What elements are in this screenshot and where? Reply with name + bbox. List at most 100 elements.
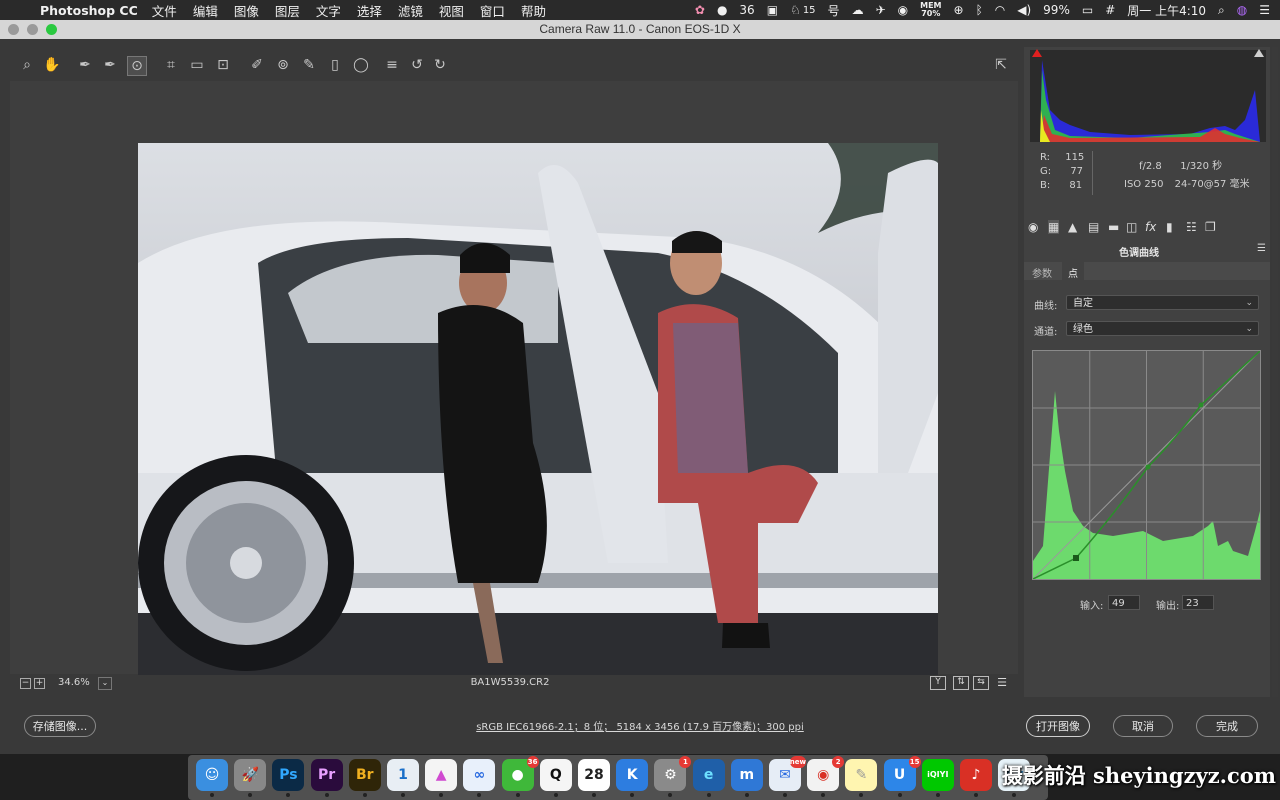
snapshots-panel-icon[interactable]: ❐ bbox=[1205, 220, 1216, 234]
curve-editor[interactable] bbox=[1032, 350, 1261, 580]
dock-u-app-icon[interactable]: U 15 bbox=[883, 756, 921, 797]
detail-panel-icon[interactable]: ▲ bbox=[1068, 220, 1077, 234]
panel-menu-icon[interactable]: ☰ bbox=[1257, 243, 1266, 254]
siri-icon[interactable]: ◍ bbox=[1237, 3, 1247, 17]
dock-premiere-icon[interactable]: Pr bbox=[310, 759, 343, 797]
menu-item-7[interactable]: 视图 bbox=[439, 1, 464, 20]
photo-preview[interactable] bbox=[138, 143, 938, 675]
presets-panel-icon[interactable]: ☷ bbox=[1186, 220, 1197, 234]
spot-removal-icon[interactable]: ✐ bbox=[248, 56, 266, 74]
battery-percent[interactable]: 99% bbox=[1043, 3, 1070, 17]
camera-calibration-panel-icon[interactable]: ▮ bbox=[1166, 220, 1173, 234]
dock-edge-icon[interactable]: e bbox=[692, 759, 725, 797]
color-sampler-icon[interactable]: ✒ bbox=[101, 56, 119, 74]
dock-prism-icon[interactable]: ▲ bbox=[425, 759, 458, 797]
zoom-button[interactable] bbox=[46, 24, 57, 35]
dock-finder-icon[interactable]: ☺ bbox=[196, 759, 228, 797]
dock-photoshop-icon[interactable]: Ps bbox=[272, 759, 305, 797]
menu-item-2[interactable]: 图像 bbox=[234, 1, 259, 20]
dock-wechat-icon[interactable]: ● 36 bbox=[501, 756, 539, 797]
tab-parametric[interactable]: 参数 bbox=[1032, 265, 1052, 280]
panel-scrollbar[interactable] bbox=[1272, 47, 1278, 697]
lens-corrections-panel-icon[interactable]: ◫ bbox=[1126, 220, 1137, 234]
dock-kuaiya-icon[interactable]: K bbox=[616, 759, 649, 797]
done-button[interactable]: 完成 bbox=[1196, 715, 1258, 737]
preview-settings-icon[interactable]: ☰ bbox=[995, 676, 1009, 689]
dock-mail-new-icon[interactable]: ✉ new bbox=[769, 756, 806, 797]
effects-panel-icon[interactable]: fx bbox=[1145, 220, 1156, 234]
shadow-clipping-icon[interactable] bbox=[1032, 49, 1042, 57]
rotate-cw-icon[interactable]: ↻ bbox=[431, 56, 449, 74]
red-eye-icon[interactable]: ⊚ bbox=[274, 56, 292, 74]
rotate-ccw-icon[interactable]: ↺ bbox=[408, 56, 426, 74]
hand-icon[interactable]: ✋ bbox=[43, 56, 61, 74]
cancel-button[interactable]: 取消 bbox=[1113, 715, 1173, 737]
minimize-button[interactable] bbox=[27, 24, 38, 35]
wifi-icon[interactable]: ◠ bbox=[995, 3, 1005, 17]
targeted-adjustment-icon[interactable]: ⊙ bbox=[127, 56, 147, 76]
bluetooth-icon[interactable]: ᛒ bbox=[976, 3, 983, 17]
dock-bridge-icon[interactable]: Br bbox=[348, 759, 381, 797]
notification-center-icon[interactable]: ☰ bbox=[1259, 3, 1270, 17]
privacy-icon[interactable]: ◉ bbox=[898, 3, 908, 17]
image-preview-area[interactable] bbox=[10, 81, 1018, 675]
open-image-button[interactable]: 打开图像 bbox=[1026, 715, 1090, 737]
app-name-menu[interactable]: Photoshop CC bbox=[40, 3, 138, 18]
menu-item-8[interactable]: 窗口 bbox=[480, 1, 505, 20]
dock-chrome-icon[interactable]: ◉ 2 bbox=[807, 756, 845, 797]
channel-select[interactable]: 绿色 ⌄ bbox=[1066, 321, 1259, 336]
input-method-icon[interactable]: # bbox=[1105, 3, 1115, 17]
dock-1password-icon[interactable]: 1 bbox=[387, 759, 419, 797]
highlight-clipping-icon[interactable] bbox=[1254, 49, 1264, 57]
split-toning-panel-icon[interactable]: ▬ bbox=[1108, 220, 1119, 234]
menu-item-4[interactable]: 文字 bbox=[316, 1, 341, 20]
transform-icon[interactable]: ⊡ bbox=[214, 56, 232, 74]
menu-item-3[interactable]: 图层 bbox=[275, 1, 300, 20]
wechat-icon[interactable]: ● bbox=[717, 3, 727, 17]
input-field[interactable]: 49 bbox=[1108, 595, 1140, 610]
crop-icon[interactable]: ⌗ bbox=[162, 56, 180, 74]
clock[interactable]: 周一 上午4:10 bbox=[1127, 2, 1206, 19]
menu-item-9[interactable]: 帮助 bbox=[521, 1, 546, 20]
menu-item-1[interactable]: 编辑 bbox=[193, 1, 218, 20]
fullscreen-toggle-icon[interactable]: ⇱ bbox=[992, 56, 1010, 74]
straighten-icon[interactable]: ▭ bbox=[188, 56, 206, 74]
hsl-panel-icon[interactable]: ▤ bbox=[1088, 220, 1099, 234]
preferences-icon[interactable]: ≡ bbox=[383, 56, 401, 74]
radial-filter-icon[interactable]: ◯ bbox=[352, 56, 370, 74]
dock-system-preferences-icon[interactable]: ⚙ 1 bbox=[654, 756, 692, 797]
dock-iqiyi-icon[interactable]: iQIYI bbox=[921, 759, 954, 797]
dock-baidu-netdisk-icon[interactable]: ∞ bbox=[463, 759, 496, 797]
dock-maxthon-icon[interactable]: m bbox=[730, 759, 763, 797]
dock-notes-icon[interactable]: ✎ bbox=[845, 759, 878, 797]
dock-calendar-icon[interactable]: 28 bbox=[578, 759, 610, 797]
tone-curve-panel-icon[interactable]: ▦ bbox=[1048, 220, 1060, 234]
volume-icon[interactable]: ◀) bbox=[1017, 3, 1031, 17]
dock-netease-music-icon[interactable]: ♪ bbox=[960, 759, 992, 797]
memory-indicator[interactable]: MEM 70% bbox=[920, 2, 941, 18]
adjustment-brush-icon[interactable]: ✎ bbox=[300, 56, 318, 74]
before-after-toggle-icon[interactable]: Y bbox=[930, 676, 946, 690]
basic-panel-icon[interactable]: ◉ bbox=[1028, 220, 1038, 234]
sougou-icon[interactable]: 号 bbox=[828, 2, 840, 19]
bird-icon[interactable]: ✈ bbox=[876, 3, 886, 17]
menu-item-0[interactable]: 文件 bbox=[152, 1, 177, 20]
swap-settings-icon[interactable]: ⇅ bbox=[953, 676, 969, 690]
menu-item-5[interactable]: 选择 bbox=[357, 1, 382, 20]
output-field[interactable]: 23 bbox=[1182, 595, 1214, 610]
accessibility-icon[interactable]: ⊕ bbox=[954, 3, 964, 17]
battery-icon[interactable]: ▭ bbox=[1082, 3, 1093, 17]
creative-cloud-icon[interactable]: ☁ bbox=[852, 3, 864, 17]
dock-launchpad-icon[interactable]: 🚀 bbox=[234, 759, 267, 797]
zoom-icon[interactable]: ⌕ bbox=[18, 56, 36, 74]
spotlight-icon[interactable]: ⌕ bbox=[1218, 3, 1225, 18]
flower-icon[interactable]: ✿ bbox=[695, 3, 705, 17]
white-balance-icon[interactable]: ✒ bbox=[76, 56, 94, 74]
app15-icon[interactable]: ♘ bbox=[790, 3, 801, 17]
copy-settings-icon[interactable]: ⇆ bbox=[973, 676, 989, 690]
curve-preset-select[interactable]: 自定 ⌄ bbox=[1066, 295, 1259, 310]
menu-item-6[interactable]: 滤镜 bbox=[398, 1, 423, 20]
document-icon[interactable]: ▣ bbox=[767, 3, 778, 17]
dock-qq-icon[interactable]: Q bbox=[539, 759, 572, 797]
close-button[interactable] bbox=[8, 24, 19, 35]
